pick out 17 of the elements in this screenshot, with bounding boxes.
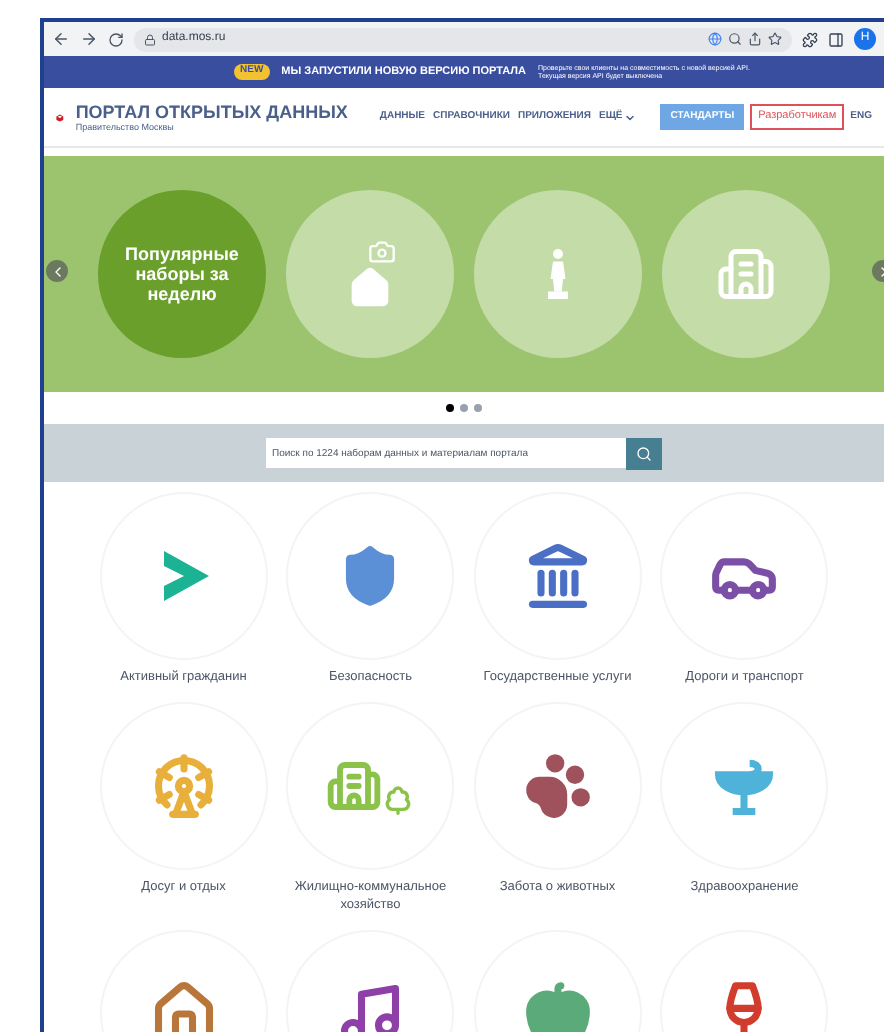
building-icon xyxy=(716,244,776,304)
extensions-icon[interactable] xyxy=(802,31,818,47)
side-panel-icon[interactable] xyxy=(828,31,844,47)
lock-icon xyxy=(144,33,156,45)
slide-title: Популярные наборы за неделю xyxy=(123,244,241,304)
forward-icon[interactable] xyxy=(80,30,98,48)
portal-title[interactable]: ПОРТАЛ ОТКРЫТЫХ ДАННЫХ xyxy=(75,102,348,122)
previous-slide-button[interactable] xyxy=(46,260,68,282)
search-icon xyxy=(636,445,652,461)
bookmark-star-icon[interactable] xyxy=(768,32,782,46)
caret-icon xyxy=(624,111,637,123)
search-button[interactable] xyxy=(626,437,662,469)
zoom-icon[interactable] xyxy=(728,32,742,46)
back-icon[interactable] xyxy=(52,30,70,48)
translate-icon[interactable] xyxy=(708,32,722,46)
share-icon[interactable] xyxy=(748,32,762,46)
reload-icon[interactable] xyxy=(108,31,124,47)
